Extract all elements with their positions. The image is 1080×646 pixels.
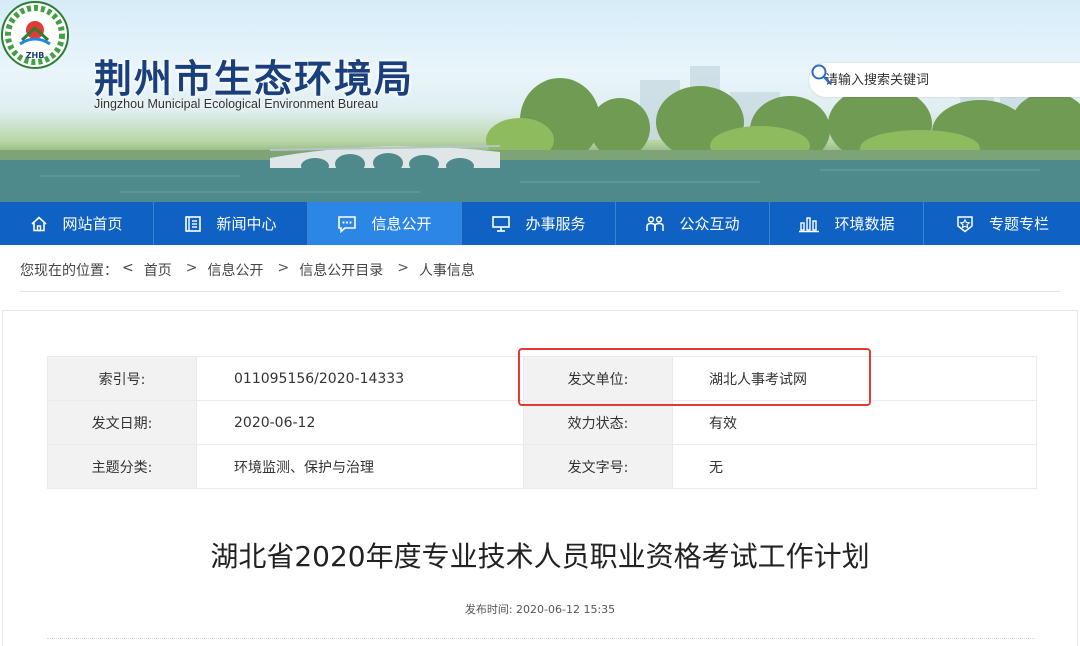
news-icon (185, 215, 202, 232)
info-value-status: 有效 (672, 400, 1037, 445)
nav-item-news[interactable]: 新闻中心 (154, 202, 308, 245)
chart-icon (799, 216, 820, 232)
info-label-status: 效力状态: (523, 400, 673, 445)
monitor-icon (492, 215, 511, 232)
publish-label: 发布时间: (464, 603, 513, 616)
logo-emblem-icon: ZHB (1, 1, 69, 69)
info-label-index: 索引号: (47, 356, 197, 401)
nav-item-label: 专题专栏 (988, 215, 1049, 233)
table-row: 主题分类: 环境监测、保护与治理 发文字号: 无 (47, 444, 1037, 489)
breadcrumb-separator: > (397, 260, 409, 276)
nav-item-label: 环境数据 (834, 215, 895, 233)
info-value-doc-number: 无 (672, 444, 1037, 489)
document-info-table: 索引号: 011095156/2020-14333 发文单位: 湖北人事考试网 … (47, 356, 1037, 489)
breadcrumb-item-info-disclosure[interactable]: 信息公开 (207, 260, 263, 280)
nav-item-label: 网站首页 (62, 215, 123, 233)
info-label-issuer: 发文单位: (523, 356, 673, 401)
nav-item-topics[interactable]: 专题专栏 (924, 202, 1080, 245)
search-box (809, 63, 1080, 97)
search-input[interactable] (825, 63, 1035, 97)
breadcrumb-item-catalog[interactable]: 信息公开目录 (299, 260, 383, 280)
info-value-topic: 环境监测、保护与治理 (196, 444, 524, 489)
header-banner: ZHB 荆州市生态环境局 Jingzhou Municipal Ecologic… (0, 0, 1080, 202)
table-row: 索引号: 011095156/2020-14333 发文单位: 湖北人事考试网 (47, 356, 1037, 401)
site-title: 荆州市生态环境局 (94, 57, 415, 101)
nav-item-label: 公众互动 (679, 215, 740, 233)
breadcrumb-back[interactable]: < (122, 260, 134, 280)
people-icon (646, 215, 665, 231)
info-label-date: 发文日期: (47, 400, 197, 445)
breadcrumb-separator: > (185, 260, 198, 276)
nav-item-interaction[interactable]: 公众互动 (616, 202, 770, 245)
breadcrumb-divider (20, 291, 1060, 292)
search-icon[interactable] (809, 63, 833, 85)
info-label-topic: 主题分类: (47, 444, 197, 489)
nav-item-services[interactable]: 办事服务 (462, 202, 616, 245)
nav-item-label: 办事服务 (525, 215, 586, 233)
nav-item-home[interactable]: 网站首页 (0, 202, 154, 245)
site-subtitle: Jingzhou Municipal Ecological Environmen… (94, 97, 379, 111)
article-divider (47, 638, 1035, 639)
publish-time: 发布时间: 2020-06-12 15:35 (0, 601, 1080, 617)
nav-item-env-data[interactable]: 环境数据 (770, 202, 924, 245)
breadcrumb-prefix: 您现在的位置： (20, 263, 118, 279)
badge-icon (957, 215, 973, 232)
message-icon (338, 215, 357, 233)
breadcrumb-item-personnel[interactable]: 人事信息 (419, 260, 475, 280)
nav-item-info-disclosure[interactable]: 信息公开 (308, 202, 462, 245)
breadcrumb: 您现在的位置： < 首页 > 信息公开 > 信息公开目录 > 人事信息 (20, 260, 479, 280)
info-value-issuer: 湖北人事考试网 (672, 356, 1037, 401)
info-value-date: 2020-06-12 (196, 400, 524, 445)
home-icon (31, 215, 48, 231)
nav-item-label: 新闻中心 (216, 215, 277, 233)
info-value-index: 011095156/2020-14333 (196, 356, 524, 401)
logo-text: ZHB (26, 51, 45, 60)
article-title: 湖北省2020年度专业技术人员职业资格考试工作计划 (210, 540, 870, 573)
breadcrumb-item-home[interactable]: 首页 (144, 260, 172, 280)
table-row: 发文日期: 2020-06-12 效力状态: 有效 (47, 400, 1037, 445)
publish-value: 2020-06-12 15:35 (516, 603, 616, 616)
main-nav: 网站首页 新闻中心 信息公开 办事服务 公众互动 环境数据 专题专栏 (0, 202, 1080, 245)
breadcrumb-separator: > (277, 260, 290, 276)
info-label-doc-number: 发文字号: (523, 444, 673, 489)
nav-item-label: 信息公开 (371, 215, 432, 233)
